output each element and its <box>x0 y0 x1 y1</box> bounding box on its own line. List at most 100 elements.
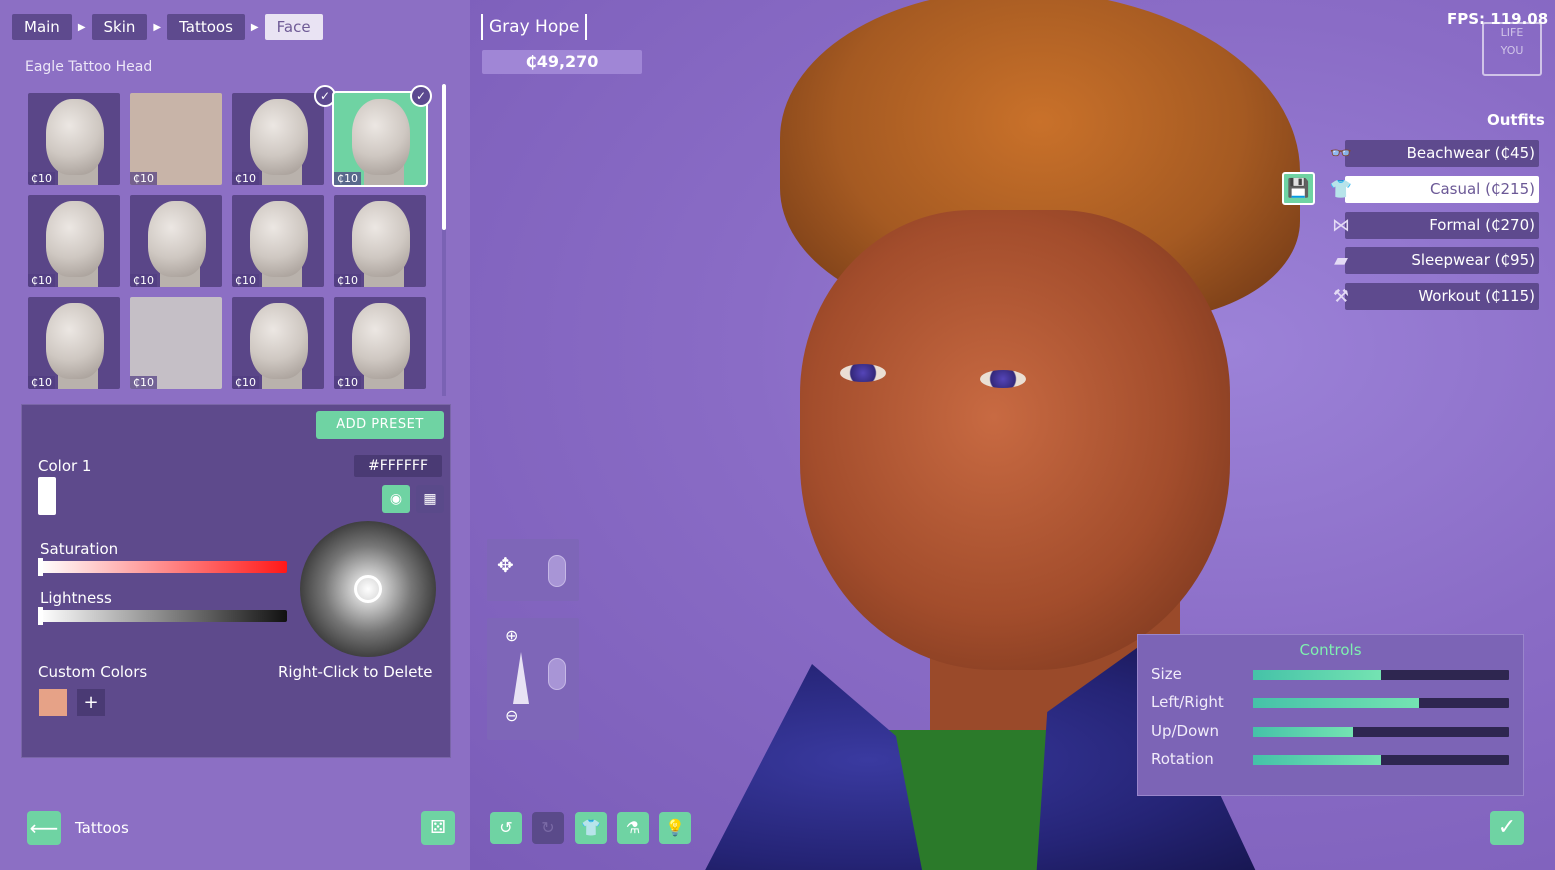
outfit-sleepwear[interactable]: Sleepwear (₵95) <box>1345 247 1539 274</box>
tattoo-tile[interactable]: ₵10 <box>334 297 426 389</box>
back-arrow-icon[interactable]: ⟵ <box>27 811 61 845</box>
head-preview-icon <box>250 303 308 379</box>
slider-fill <box>1253 755 1381 765</box>
tattoo-tile[interactable]: ₵10 <box>130 195 222 287</box>
redo-icon: ↻ <box>532 812 564 844</box>
head-preview-icon <box>46 201 104 277</box>
check-icon: ✓ <box>410 85 432 107</box>
outfit-workout[interactable]: Workout (₵115) <box>1345 283 1539 310</box>
rotation-slider[interactable] <box>1253 755 1509 765</box>
toggle-accessories-icon[interactable]: ⚗ <box>617 812 649 844</box>
breadcrumb-main[interactable]: Main <box>12 14 72 40</box>
zoom-in-icon[interactable]: ⊕ <box>505 626 518 645</box>
money-display: ₵49,270 <box>482 50 642 74</box>
add-custom-color-button[interactable]: + <box>77 689 105 716</box>
zoom-camera-panel: ⊕ ⊖ <box>487 618 579 740</box>
head-preview-icon <box>352 201 410 277</box>
tshirt-icon: 👕 <box>1329 179 1353 200</box>
tattoo-section-title: Eagle Tattoo Head <box>25 59 153 75</box>
breadcrumb-arrow-icon: ▶ <box>250 21 259 33</box>
slider-fill <box>1253 698 1420 708</box>
character-left-eye <box>840 364 886 382</box>
tile-price: ₵10 <box>232 274 259 287</box>
saturation-label: Saturation <box>40 540 119 558</box>
outfit-beachwear[interactable]: Beachwear (₵45) <box>1345 140 1539 167</box>
tattoo-tile[interactable]: ₵10 <box>130 93 222 185</box>
breadcrumb-arrow-icon: ▶ <box>77 21 86 33</box>
tattoo-tile-selected[interactable]: ₵10 ✓ <box>332 85 432 187</box>
head-preview-icon <box>250 99 308 175</box>
tile-price: ₵10 <box>28 172 55 185</box>
tile-price: ₵10 <box>232 172 259 185</box>
lightness-slider[interactable] <box>38 607 287 625</box>
slider-handle[interactable] <box>38 558 43 576</box>
mouse-scroll-icon <box>548 658 566 690</box>
tattoo-grid: ₵10 ₵10 ₵10 ✓ ₵10 ✓ ₵10 ₵10 ₵10 ₵10 ₵10 ₵1… <box>28 85 432 389</box>
custom-color-swatch[interactable] <box>39 689 67 716</box>
color-1-swatch[interactable] <box>38 477 56 515</box>
randomize-dice-icon[interactable]: ⚄ <box>421 811 455 845</box>
character-right-eye <box>980 370 1026 388</box>
tattoo-controls-panel: Controls Size Left/Right Up/Down Rotatio… <box>1137 634 1524 796</box>
back-label: Tattoos <box>75 819 129 837</box>
breadcrumb-arrow-icon: ▶ <box>153 21 162 33</box>
toggle-clothes-icon[interactable]: 👕 <box>575 812 607 844</box>
tile-price: ₵10 <box>334 376 361 389</box>
breadcrumb-skin[interactable]: Skin <box>91 14 148 40</box>
left-right-label: Left/Right <box>1151 693 1224 711</box>
tattoo-scrollbar[interactable] <box>442 84 446 396</box>
scrollbar-thumb[interactable] <box>442 84 446 230</box>
tattoo-tile[interactable]: ₵10 <box>232 297 324 389</box>
outfit-formal[interactable]: Formal (₵270) <box>1345 212 1539 239</box>
head-preview-icon <box>352 303 410 379</box>
tattoo-tile[interactable]: ₵10 ✓ <box>232 85 336 185</box>
head-preview-icon <box>352 99 410 175</box>
outfit-casual[interactable]: Casual (₵215) <box>1345 176 1539 203</box>
tattoo-tile[interactable]: ₵10 <box>28 195 120 287</box>
breadcrumb: Main ▶ Skin ▶ Tattoos ▶ Face <box>12 14 323 40</box>
up-down-slider[interactable] <box>1253 727 1509 737</box>
breadcrumb-face[interactable]: Face <box>264 14 323 40</box>
tile-price: ₵10 <box>130 172 157 185</box>
character-face <box>800 210 1230 670</box>
tile-price: ₵10 <box>28 376 55 389</box>
color-label: Color 1 <box>38 457 92 475</box>
wheel-mode-icon[interactable]: ◉ <box>382 485 410 513</box>
add-preset-button[interactable]: ADD PRESET <box>316 411 444 439</box>
saturation-slider[interactable] <box>38 558 287 576</box>
zoom-out-icon[interactable]: ⊖ <box>505 706 518 725</box>
toggle-lighting-icon[interactable]: 💡 <box>659 812 691 844</box>
tattoo-tile[interactable]: ₵10 <box>130 297 222 389</box>
tattoo-tile[interactable]: ₵10 <box>28 93 120 185</box>
slider-fill <box>1253 727 1353 737</box>
game-logo: LIFE YOU <box>1482 22 1542 76</box>
zoom-slider[interactable] <box>513 652 529 704</box>
outfits-title: Outfits <box>1487 111 1545 129</box>
bowtie-icon: ⋈ <box>1332 215 1350 236</box>
slider-handle[interactable] <box>38 607 43 625</box>
tattoo-tile[interactable]: ₵10 <box>28 297 120 389</box>
pillow-icon: ▰ <box>1334 250 1348 271</box>
rotate-camera-panel: ✥ <box>487 539 579 601</box>
slider-fill <box>1253 670 1381 680</box>
logo-text-top: LIFE <box>1500 26 1524 39</box>
head-preview-icon <box>250 201 308 277</box>
left-right-slider[interactable] <box>1253 698 1509 708</box>
tattoo-tile[interactable]: ₵10 <box>334 195 426 287</box>
controls-title: Controls <box>1299 641 1362 659</box>
hex-input[interactable]: #FFFFFF <box>354 455 442 477</box>
grid-mode-icon[interactable]: ▦ <box>416 485 444 513</box>
confirm-check-icon[interactable]: ✓ <box>1490 811 1524 845</box>
tattoo-tile[interactable]: ₵10 <box>232 195 324 287</box>
size-slider[interactable] <box>1253 670 1509 680</box>
rotation-label: Rotation <box>1151 750 1214 768</box>
sunglasses-icon: 👓 <box>1329 143 1353 164</box>
color-wheel[interactable] <box>300 521 436 657</box>
color-wheel-knob[interactable] <box>354 575 382 603</box>
tile-price: ₵10 <box>334 172 361 185</box>
save-outfit-icon[interactable]: 💾 <box>1282 172 1315 205</box>
tile-price: ₵10 <box>28 274 55 287</box>
breadcrumb-tattoos[interactable]: Tattoos <box>167 14 245 40</box>
undo-icon[interactable]: ↺ <box>490 812 522 844</box>
dumbbell-icon: ⚒ <box>1332 286 1350 307</box>
